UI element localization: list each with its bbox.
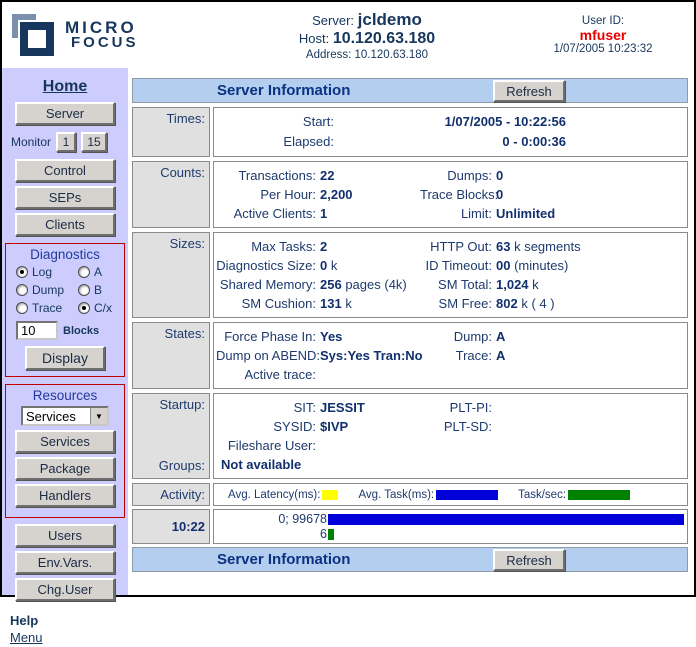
resources-select[interactable]: Services ▼ xyxy=(21,406,109,426)
times-section-label: Times: xyxy=(132,107,210,157)
control-button[interactable]: Control xyxy=(15,159,115,182)
chevron-down-icon[interactable]: ▼ xyxy=(90,408,107,424)
radio-log[interactable]: Log xyxy=(16,265,78,279)
blocks-input[interactable] xyxy=(16,321,58,340)
activity-section-label: Activity: xyxy=(132,483,210,506)
radio-icon[interactable] xyxy=(16,284,28,296)
envvars-button[interactable]: Env.Vars. xyxy=(15,551,115,574)
user-id-value: mfuser xyxy=(524,27,682,43)
radio-trace[interactable]: Trace xyxy=(16,301,78,315)
startup-section-label: Startup: xyxy=(137,397,205,412)
main-content: Server Information Refresh Times: Start:… xyxy=(128,68,694,595)
radio-icon[interactable] xyxy=(78,284,90,296)
bottom-page-title: Server Information xyxy=(133,551,350,568)
sizes-section: Sizes: Max Tasks:2 HTTP Out:63 k segment… xyxy=(132,232,688,318)
task-per-sec-bar xyxy=(328,529,334,540)
diagnostics-panel: Diagnostics Log A Dump B xyxy=(5,243,125,377)
refresh-button-bottom[interactable]: Refresh xyxy=(493,549,565,571)
tasksec-legend-label: Task/sec: xyxy=(518,489,566,501)
handlers-button[interactable]: Handlers xyxy=(15,484,115,507)
logo-text-line2: FOCUS xyxy=(71,36,139,50)
tasksec-swatch-icon xyxy=(568,490,630,500)
states-section-label: States: xyxy=(132,322,210,389)
radio-icon[interactable] xyxy=(78,302,90,314)
clients-button[interactable]: Clients xyxy=(15,213,115,236)
package-button[interactable]: Package xyxy=(15,457,115,480)
radio-icon[interactable] xyxy=(16,302,28,314)
start-value: 1/07/2005 - 10:22:56 xyxy=(338,112,566,132)
groups-value: Not available xyxy=(216,455,685,474)
groups-section-label: Groups: xyxy=(137,458,205,473)
elapsed-value: 0 - 0:00:36 xyxy=(338,132,566,152)
bottom-title-bar: Server Information Refresh xyxy=(132,547,688,572)
counts-section-label: Counts: xyxy=(132,161,210,228)
activity-section: Activity: Avg. Latency(ms): Avg. Task(ms… xyxy=(132,483,688,506)
latency-swatch-icon xyxy=(322,490,338,500)
address-label: Address: xyxy=(306,49,351,61)
radio-icon[interactable] xyxy=(78,266,90,278)
monitor-15-button[interactable]: 15 xyxy=(81,132,107,152)
server-identity: Server: jcldemo Host: 10.120.63.180 Addr… xyxy=(210,10,524,61)
server-name: jcldemo xyxy=(358,10,422,29)
users-button[interactable]: Users xyxy=(15,524,115,547)
diagnostics-title: Diagnostics xyxy=(8,247,122,262)
states-section: States: Force Phase In:YesDump:A Dump on… xyxy=(132,322,688,389)
login-timestamp: 1/07/2005 10:23:32 xyxy=(524,43,682,55)
host-label: Host: xyxy=(299,31,329,46)
top-title-bar: Server Information Refresh xyxy=(132,78,688,103)
services-button[interactable]: Services xyxy=(15,430,115,453)
startup-section: Startup: Groups: SIT:JESSITPLT-PI: SYSID… xyxy=(132,393,688,479)
user-info: User ID: mfuser 1/07/2005 10:23:32 xyxy=(524,15,682,55)
address-value: 10.120.63.180 xyxy=(355,49,429,61)
elapsed-label: Elapsed: xyxy=(216,132,338,152)
avg-task-bar xyxy=(328,514,684,525)
server-label: Server: xyxy=(312,13,354,28)
refresh-button-top[interactable]: Refresh xyxy=(493,80,565,102)
counts-section: Counts: Transactions:22Dumps:0 Per Hour:… xyxy=(132,161,688,228)
monitor-row: Monitor 1 15 xyxy=(2,129,128,155)
user-id-label: User ID: xyxy=(524,15,682,27)
activity-sample-row: 10:22 0; 99678 6 xyxy=(132,509,688,544)
microfocus-logo: MICRO FOCUS xyxy=(12,12,182,58)
task-swatch-icon xyxy=(436,490,498,500)
page-title: Server Information xyxy=(133,82,350,99)
help-label: Help xyxy=(2,605,128,628)
start-label: Start: xyxy=(216,112,338,132)
host-value: 10.120.63.180 xyxy=(333,30,435,47)
times-section: Times: Start:1/07/2005 - 10:22:56 Elapse… xyxy=(132,107,688,157)
radio-icon[interactable] xyxy=(16,266,28,278)
monitor-1-button[interactable]: 1 xyxy=(56,132,76,152)
sizes-section-label: Sizes: xyxy=(132,232,210,318)
microfocus-logo-icon xyxy=(12,12,58,58)
sidebar: Home Server Monitor 1 15 Control SEPs Cl… xyxy=(2,68,128,595)
radio-dump[interactable]: Dump xyxy=(16,283,78,297)
tasks-per-sec-value: 6 xyxy=(216,528,328,541)
latency-legend-label: Avg. Latency(ms): xyxy=(228,489,320,501)
server-button[interactable]: Server xyxy=(15,102,115,125)
chguser-button[interactable]: Chg.User xyxy=(15,578,115,601)
radio-a[interactable]: A xyxy=(78,265,124,279)
radio-cx[interactable]: C/x xyxy=(78,301,124,315)
resources-select-value: Services xyxy=(23,408,90,424)
display-button[interactable]: Display xyxy=(25,346,105,370)
home-link[interactable]: Home xyxy=(2,78,128,96)
blocks-label: Blocks xyxy=(63,325,99,337)
latency-task-values: 0; 99678 xyxy=(216,513,328,526)
resources-panel: Resources Services ▼ Services Package Ha… xyxy=(5,384,125,518)
radio-b[interactable]: B xyxy=(78,283,124,297)
menu-link[interactable]: Menu xyxy=(2,628,43,645)
sample-time-label: 10:22 xyxy=(132,509,210,544)
resources-title: Resources xyxy=(8,388,122,403)
monitor-label: Monitor xyxy=(11,135,51,149)
task-legend-label: Avg. Task(ms): xyxy=(358,489,434,501)
page-header: MICRO FOCUS Server: jcldemo Host: 10.120… xyxy=(2,2,694,68)
seps-button[interactable]: SEPs xyxy=(15,186,115,209)
